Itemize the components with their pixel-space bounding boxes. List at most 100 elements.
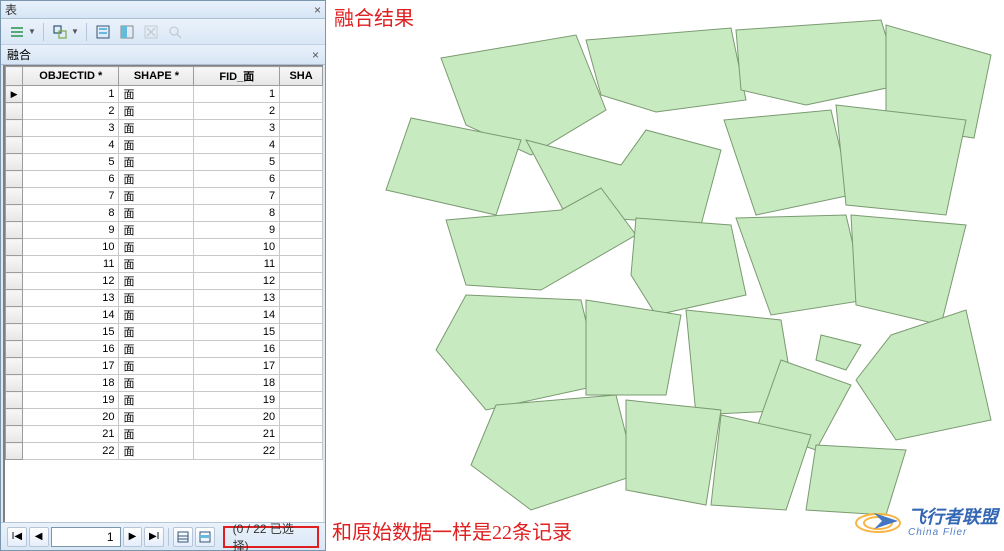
show-all-records-button[interactable]: [173, 527, 193, 547]
cell-fid: 22: [194, 443, 280, 460]
table-row[interactable]: 7面7: [6, 188, 323, 205]
cell-fid: 13: [194, 290, 280, 307]
table-row[interactable]: 12面12: [6, 273, 323, 290]
cell-sha: [280, 426, 323, 443]
nav-next-button[interactable]: ▶: [123, 527, 143, 547]
table-row[interactable]: 22面22: [6, 443, 323, 460]
cell-shape: 面: [119, 409, 194, 426]
row-selector-header[interactable]: [6, 67, 23, 86]
feature-polygon: [626, 400, 721, 505]
cell-sha: [280, 171, 323, 188]
feature-polygon: [851, 215, 966, 325]
table-row[interactable]: 3面3: [6, 120, 323, 137]
table-row[interactable]: 4面4: [6, 137, 323, 154]
cell-objectid: 18: [23, 375, 119, 392]
table-row[interactable]: 11面11: [6, 256, 323, 273]
cell-objectid: 10: [23, 239, 119, 256]
cell-sha: [280, 256, 323, 273]
switch-selection-button[interactable]: [117, 22, 137, 42]
table-row[interactable]: ▶1面1: [6, 86, 323, 103]
cell-shape: 面: [119, 324, 194, 341]
row-selector[interactable]: [6, 222, 23, 239]
table-row[interactable]: 10面10: [6, 239, 323, 256]
col-header-sha[interactable]: SHA: [280, 67, 323, 86]
table-options-dropdown[interactable]: ▼: [27, 22, 37, 42]
row-selector[interactable]: [6, 358, 23, 375]
record-nav-bar: I◀ ◀ ▶ ▶I (0 / 22 已选择): [1, 522, 325, 550]
table-body: ▶1面12面23面34面45面56面67面78面89面910面1011面1112…: [6, 86, 323, 460]
layer-tab-label[interactable]: 融合: [7, 46, 31, 63]
table-row[interactable]: 2面2: [6, 103, 323, 120]
table-row[interactable]: 14面14: [6, 307, 323, 324]
row-selector[interactable]: [6, 324, 23, 341]
row-selector[interactable]: [6, 239, 23, 256]
row-selector[interactable]: [6, 205, 23, 222]
table-row[interactable]: 6面6: [6, 171, 323, 188]
related-tables-button[interactable]: [50, 22, 70, 42]
row-selector[interactable]: [6, 341, 23, 358]
cell-sha: [280, 188, 323, 205]
attribute-table-scroll[interactable]: OBJECTID * SHAPE * FID_面 SHA ▶1面12面23面34…: [3, 65, 323, 522]
cell-objectid: 5: [23, 154, 119, 171]
table-row[interactable]: 5面5: [6, 154, 323, 171]
table-row[interactable]: 9面9: [6, 222, 323, 239]
cell-objectid: 12: [23, 273, 119, 290]
row-selector[interactable]: [6, 188, 23, 205]
related-tables-dropdown[interactable]: ▼: [70, 22, 80, 42]
cell-fid: 10: [194, 239, 280, 256]
table-row[interactable]: 19面19: [6, 392, 323, 409]
record-number-input[interactable]: [51, 527, 121, 547]
show-selected-records-button[interactable]: [195, 527, 215, 547]
table-options-button[interactable]: [7, 22, 27, 42]
row-selector[interactable]: [6, 273, 23, 290]
clear-selection-button[interactable]: [141, 22, 161, 42]
table-row[interactable]: 15面15: [6, 324, 323, 341]
cell-fid: 12: [194, 273, 280, 290]
cell-sha: [280, 86, 323, 103]
map-view[interactable]: 融合结果 和原始数据一样是22条记录 飞行者联盟 Chi: [326, 0, 1004, 551]
cell-objectid: 4: [23, 137, 119, 154]
select-by-attributes-button[interactable]: [93, 22, 113, 42]
cell-fid: 14: [194, 307, 280, 324]
table-row[interactable]: 21面21: [6, 426, 323, 443]
row-selector[interactable]: [6, 137, 23, 154]
row-selector[interactable]: [6, 307, 23, 324]
pane-title-text: 表: [5, 1, 17, 18]
feature-polygon: [736, 215, 866, 315]
menu-icon: [10, 25, 24, 39]
col-header-shape[interactable]: SHAPE *: [119, 67, 194, 86]
table-row[interactable]: 20面20: [6, 409, 323, 426]
table-row[interactable]: 16面16: [6, 341, 323, 358]
feature-polygons-svg: [326, 0, 1004, 551]
nav-first-button[interactable]: I◀: [7, 527, 27, 547]
row-selector[interactable]: [6, 290, 23, 307]
row-selector[interactable]: [6, 154, 23, 171]
layer-tab-close-button[interactable]: ×: [312, 48, 319, 62]
row-selector[interactable]: [6, 426, 23, 443]
row-selector[interactable]: [6, 120, 23, 137]
nav-last-button[interactable]: ▶I: [144, 527, 164, 547]
table-row[interactable]: 8面8: [6, 205, 323, 222]
table-toolbar: ▼ ▼: [1, 19, 325, 45]
row-selector[interactable]: [6, 375, 23, 392]
table-row[interactable]: 17面17: [6, 358, 323, 375]
feature-polygon: [471, 395, 636, 510]
table-row[interactable]: 18面18: [6, 375, 323, 392]
col-header-fid[interactable]: FID_面: [194, 67, 280, 86]
row-selector[interactable]: [6, 392, 23, 409]
row-selector[interactable]: [6, 103, 23, 120]
cell-objectid: 1: [23, 86, 119, 103]
zoom-to-selection-button[interactable]: [165, 22, 185, 42]
col-header-objectid[interactable]: OBJECTID *: [23, 67, 119, 86]
row-selector[interactable]: [6, 409, 23, 426]
cell-fid: 4: [194, 137, 280, 154]
cell-fid: 9: [194, 222, 280, 239]
row-selector[interactable]: [6, 171, 23, 188]
pane-titlebar: 表 ×: [1, 1, 325, 19]
row-selector[interactable]: ▶: [6, 86, 23, 103]
pane-close-button[interactable]: ×: [314, 3, 321, 17]
row-selector[interactable]: [6, 443, 23, 460]
row-selector[interactable]: [6, 256, 23, 273]
nav-prev-button[interactable]: ◀: [29, 527, 49, 547]
table-row[interactable]: 13面13: [6, 290, 323, 307]
